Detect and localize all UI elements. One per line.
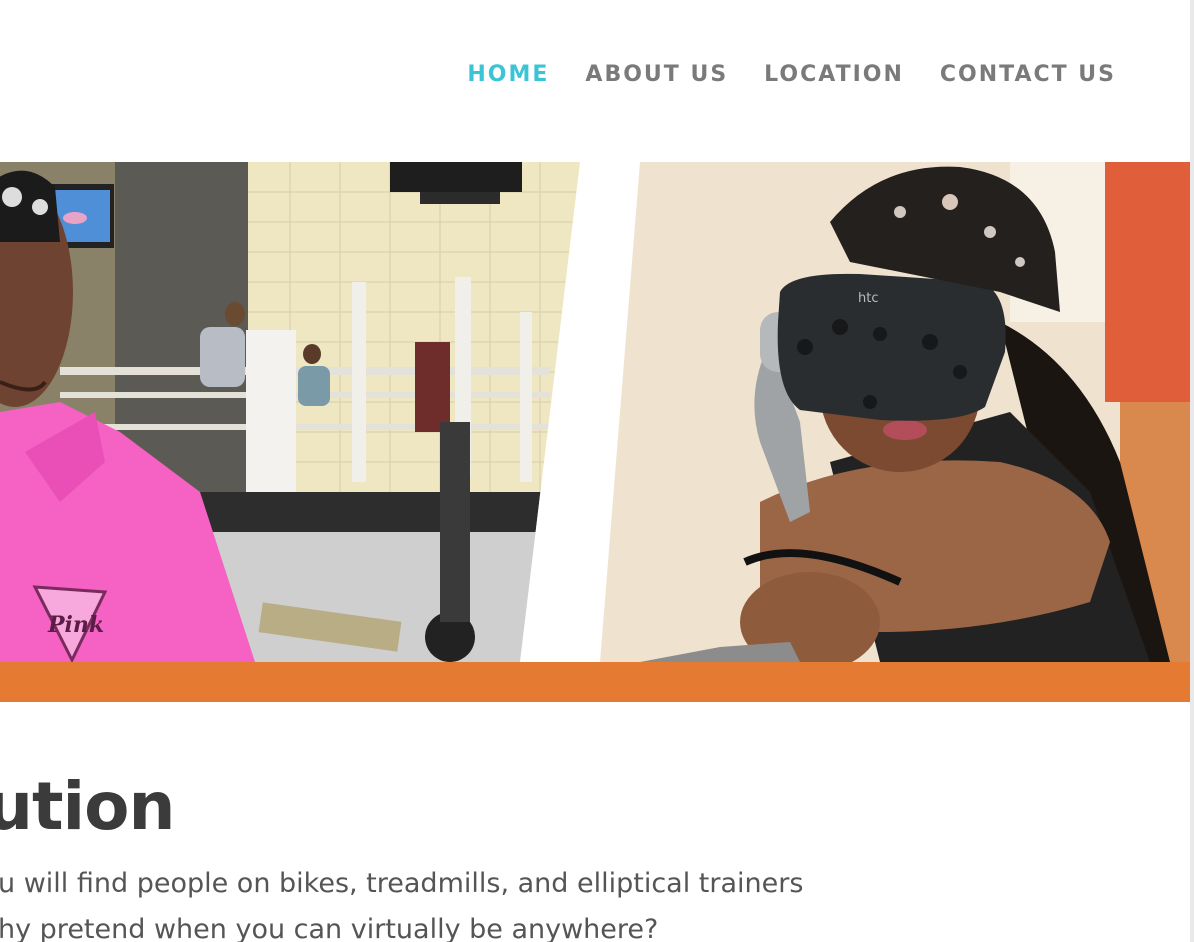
gym-photo: Pink <box>0 162 600 662</box>
hero-collage: Pink htc <box>0 162 1190 662</box>
intro-text-line-2: hy pretend when you can virtually be any… <box>0 914 659 942</box>
nav-location[interactable]: LOCATION <box>764 62 904 87</box>
intro-text-line-1: u will find people on bikes, treadmills,… <box>0 868 804 899</box>
page: HOME ABOUT US LOCATION CONTACT US Pink h… <box>0 0 1190 942</box>
main-nav: HOME ABOUT US LOCATION CONTACT US <box>467 62 1116 87</box>
window-edge <box>1190 0 1194 942</box>
headset-brand-text: htc <box>858 291 878 306</box>
nav-contact-us[interactable]: CONTACT US <box>940 62 1116 87</box>
hero-banner: Pink htc <box>0 162 1190 662</box>
section-title: ution <box>0 768 175 845</box>
site-header: HOME ABOUT US LOCATION CONTACT US <box>0 0 1190 162</box>
nav-about-us[interactable]: ABOUT US <box>585 62 728 87</box>
nav-home[interactable]: HOME <box>467 62 549 87</box>
jacket-logo-text: Pink <box>47 612 104 638</box>
vr-photo: htc <box>520 162 1190 662</box>
accent-divider-bar <box>0 662 1190 702</box>
